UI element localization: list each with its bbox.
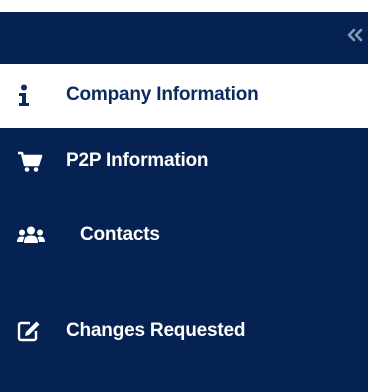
edit-icon <box>17 320 41 342</box>
collapse-sidebar-button[interactable] <box>344 24 366 46</box>
sidebar-item-label: Changes Requested <box>66 320 246 341</box>
users-icon <box>17 226 45 244</box>
sidebar: Company Information P2P Information Cont… <box>0 12 368 392</box>
shopping-cart-icon <box>17 151 43 173</box>
sidebar-item-company-information[interactable]: Company Information <box>0 64 368 128</box>
info-icon <box>17 84 31 108</box>
sidebar-item-label: Contacts <box>80 224 160 245</box>
page: Company Information P2P Information Cont… <box>0 0 368 392</box>
sidebar-item-label: P2P Information <box>66 150 209 171</box>
sidebar-item-contacts[interactable]: Contacts <box>0 212 368 258</box>
sidebar-item-label: Company Information <box>66 84 259 105</box>
sidebar-item-p2p-information[interactable]: P2P Information <box>0 138 368 184</box>
double-chevron-left-icon <box>347 28 363 42</box>
sidebar-item-changes-requested[interactable]: Changes Requested <box>0 308 368 354</box>
